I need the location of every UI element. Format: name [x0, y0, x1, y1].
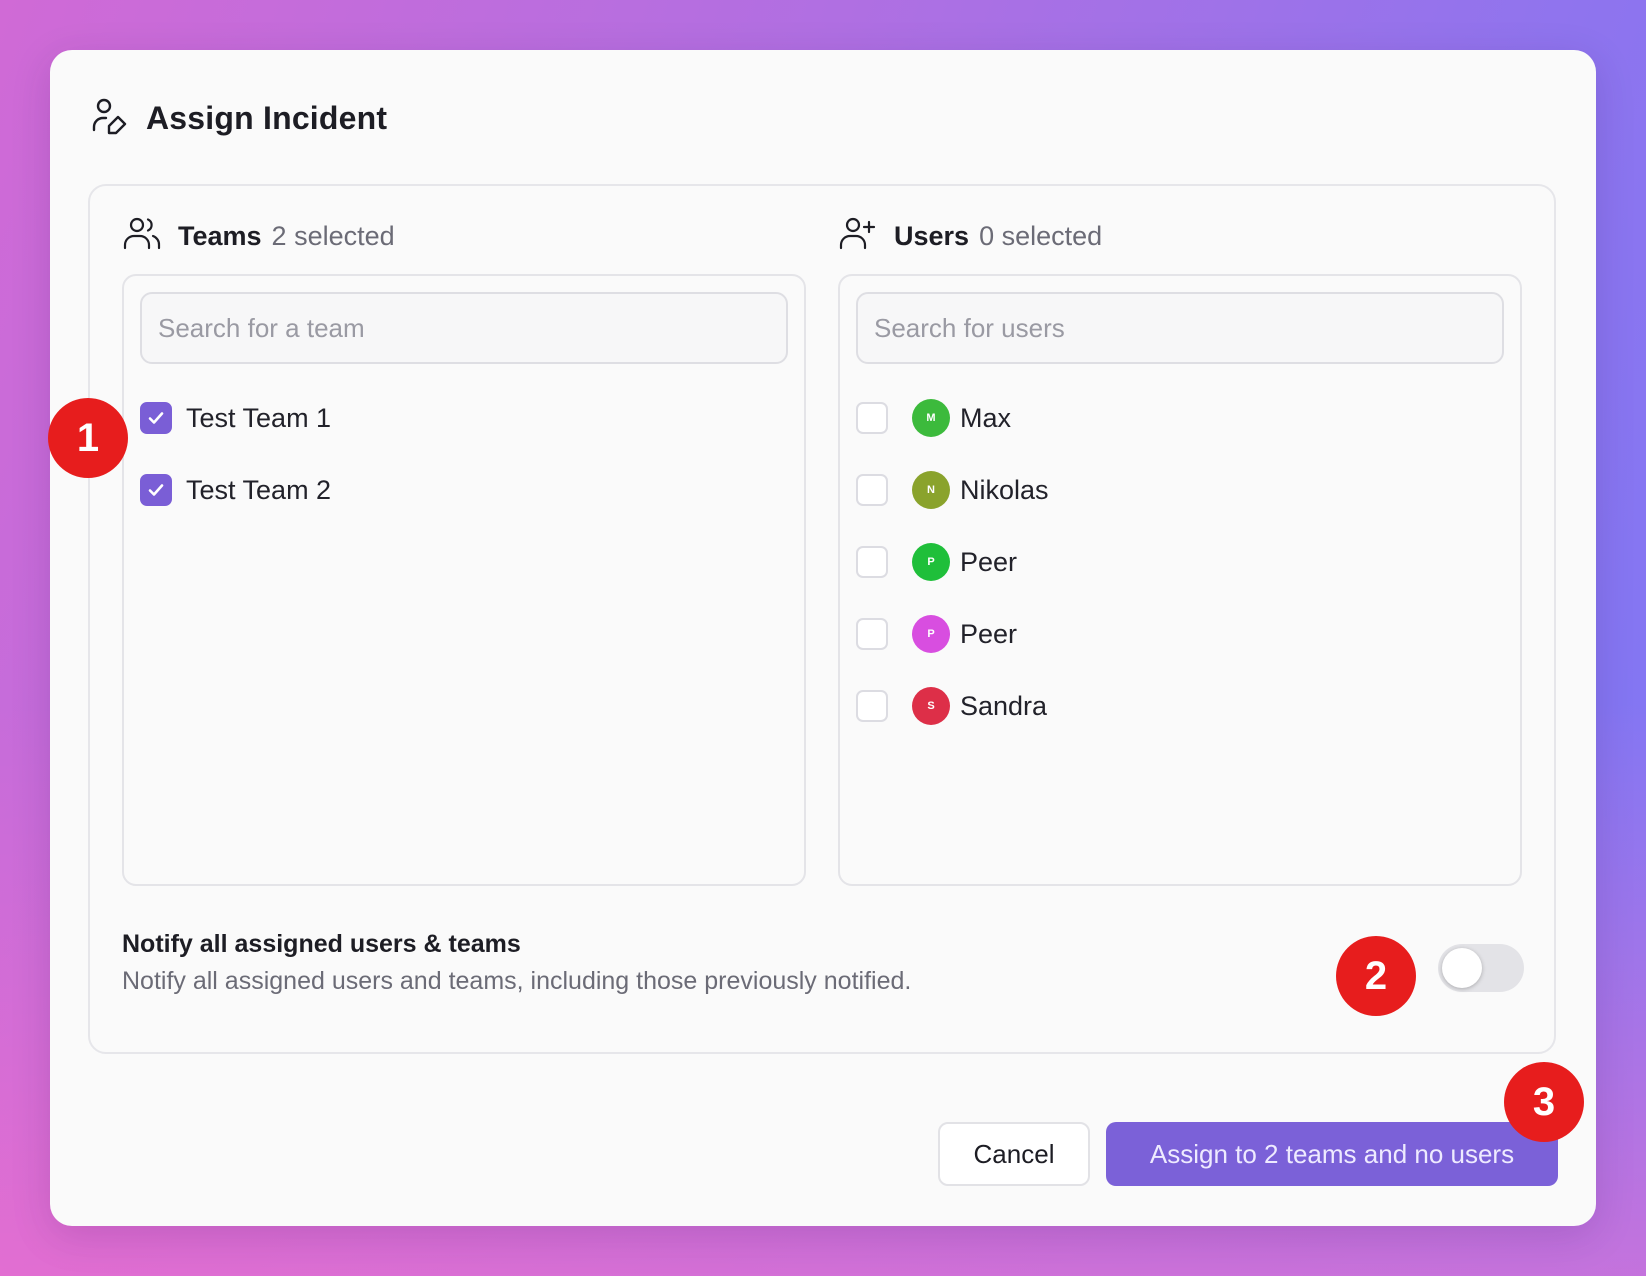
- user-checkbox[interactable]: [856, 546, 888, 578]
- avatar: S: [912, 687, 950, 725]
- user-checkbox[interactable]: [856, 474, 888, 506]
- toggle-knob: [1442, 948, 1482, 988]
- avatar: P: [912, 615, 950, 653]
- users-list-box: M Max N Nikolas P Peer: [838, 274, 1522, 886]
- user-item[interactable]: P Peer: [856, 526, 1504, 598]
- users-header: Users 0 selected: [838, 216, 1522, 256]
- user-search-input[interactable]: [856, 292, 1504, 364]
- user-item[interactable]: M Max: [856, 382, 1504, 454]
- notify-toggle[interactable]: [1438, 944, 1524, 992]
- team-item-label: Test Team 1: [186, 402, 332, 433]
- user-item[interactable]: S Sandra: [856, 670, 1504, 742]
- users-label: Users: [894, 220, 970, 251]
- user-item-label: Max: [960, 402, 1012, 433]
- modal-title: Assign Incident: [146, 99, 388, 136]
- teams-list-box: Test Team 1 Test Team 2: [122, 274, 806, 886]
- checkmark-icon: [148, 484, 164, 496]
- teams-label: Teams: [178, 220, 262, 251]
- user-item-label: Nikolas: [960, 474, 1049, 505]
- user-plus-icon: [838, 213, 878, 260]
- users-column: Users 0 selected M Max N Nikolas: [838, 216, 1522, 886]
- teams-selected-count: 2 selected: [271, 220, 395, 251]
- assign-button[interactable]: Assign to 2 teams and no users: [1106, 1122, 1558, 1186]
- avatar: P: [912, 543, 950, 581]
- teams-header: Teams 2 selected: [122, 216, 806, 256]
- user-item-label: Sandra: [960, 690, 1048, 721]
- team-item[interactable]: Test Team 2: [140, 454, 788, 526]
- team-item-label: Test Team 2: [186, 474, 332, 505]
- users-group-icon: [122, 213, 162, 260]
- assign-incident-modal: Assign Incident Teams 2 selected Search …: [50, 50, 1596, 1226]
- notify-section: Notify all assigned users & teams Notify…: [122, 930, 911, 996]
- teams-list: Test Team 1 Test Team 2: [140, 382, 788, 526]
- cancel-button[interactable]: Cancel: [938, 1122, 1090, 1186]
- avatar: N: [912, 471, 950, 509]
- user-item[interactable]: N Nikolas: [856, 454, 1504, 526]
- user-checkbox[interactable]: [856, 402, 888, 434]
- users-list: M Max N Nikolas P Peer P Peer S Sandra: [856, 382, 1504, 742]
- modal-header: Assign Incident: [90, 94, 387, 142]
- avatar: M: [912, 399, 950, 437]
- user-item[interactable]: P Peer: [856, 598, 1504, 670]
- team-item[interactable]: Test Team 1: [140, 382, 788, 454]
- assign-panel: Teams 2 selected Test Team 1: [88, 184, 1556, 1054]
- user-item-label: Peer: [960, 546, 1018, 577]
- annotation-badge-3: 3: [1504, 1062, 1584, 1142]
- teams-column: Teams 2 selected Test Team 1: [122, 216, 806, 886]
- user-edit-icon: [90, 96, 130, 141]
- user-item-label: Peer: [960, 618, 1018, 649]
- notify-title: Notify all assigned users & teams: [122, 930, 521, 958]
- team-checkbox[interactable]: [140, 402, 172, 434]
- annotation-badge-1: 1: [48, 398, 128, 478]
- user-checkbox[interactable]: [856, 690, 888, 722]
- team-checkbox[interactable]: [140, 474, 172, 506]
- notify-description: Notify all assigned users and teams, inc…: [122, 967, 912, 995]
- checkmark-icon: [148, 412, 164, 424]
- user-checkbox[interactable]: [856, 618, 888, 650]
- team-search-input[interactable]: [140, 292, 788, 364]
- annotation-badge-2: 2: [1336, 936, 1416, 1016]
- users-selected-count: 0 selected: [979, 220, 1103, 251]
